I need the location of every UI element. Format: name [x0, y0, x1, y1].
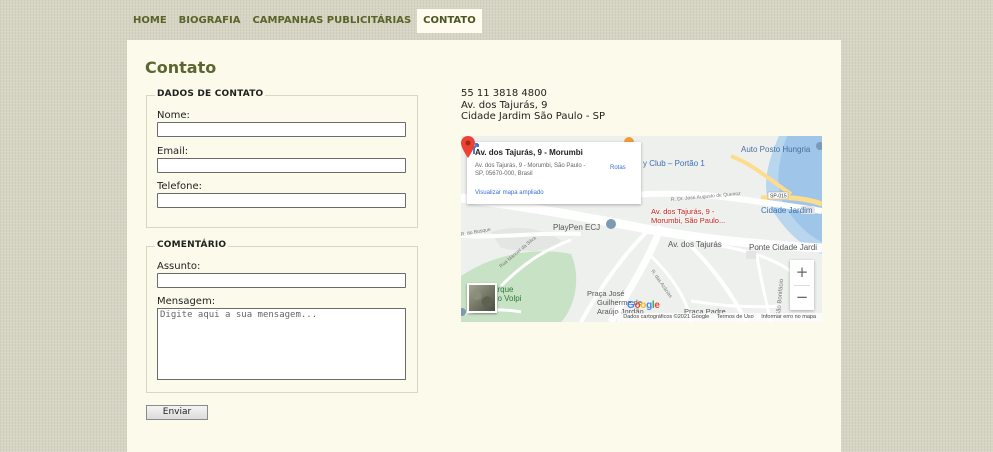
map-label-praca-jose-1: Praça José [587, 289, 625, 298]
send-button[interactable]: Enviar [146, 405, 208, 420]
zoom-in-button[interactable]: + [790, 260, 814, 284]
map-label-cidade-jardim: Cidade Jardim [761, 206, 813, 215]
email-input[interactable] [157, 158, 406, 173]
nav-home[interactable]: HOME [127, 9, 173, 33]
name-label: Nome: [157, 110, 190, 121]
content-panel: Contato DADOS DE CONTATO Nome: Email: Te… [127, 40, 841, 452]
zoom-out-button[interactable]: − [790, 285, 814, 309]
map-info-card: Av. dos Tajurás, 9 - Morumbi Av. dos Taj… [467, 142, 641, 204]
map-attribution-bar: Dados cartográficos ©2021 Google Termos … [617, 313, 822, 322]
map-info-title: Av. dos Tajurás, 9 - Morumbi [475, 148, 583, 157]
nav-biografia[interactable]: BIOGRAFIA [173, 9, 247, 33]
email-label: Email: [157, 146, 189, 157]
zoom-controls: + − [790, 260, 814, 310]
subject-input[interactable] [157, 273, 406, 288]
google-logo: Google [627, 300, 660, 311]
map-label-parque-2: do Volpi [493, 294, 522, 303]
map-data-attribution: Dados cartográficos ©2021 Google [623, 314, 710, 320]
phone-label: Telefone: [157, 181, 202, 192]
contact-data-legend: DADOS DE CONTATO [155, 89, 266, 99]
map-label-club: y Club – Portão 1 [643, 159, 705, 168]
report-error-link[interactable]: Informar erro no mapa [761, 314, 816, 320]
map-label-av-tajuras: Av. dos Tajurás [668, 240, 722, 249]
location-pin-icon[interactable] [461, 136, 475, 158]
map-label-sp015: SP-015 [770, 194, 787, 200]
map-info-address: Av. dos Tajurás, 9 - Morumbi, São Paulo … [475, 163, 586, 177]
phone-number: 55 11 3818 4800 [461, 88, 547, 99]
nav-campanhas-publicitarias[interactable]: CAMPANHAS PUBLICITÁRIAS [246, 9, 417, 33]
page-title: Contato [145, 58, 217, 77]
contact-data-fieldset: DADOS DE CONTATO Nome: Email: Telefone: [146, 89, 418, 228]
street-address: Av. dos Tajurás, 9 [461, 99, 548, 111]
main-nav: HOME BIOGRAFIA CAMPANHAS PUBLICITÁRIAS C… [127, 9, 482, 33]
embedded-map[interactable]: SP-015 y Club – Portão 1 Auto Posto Hung… [461, 136, 822, 322]
map-label-playpen: PlayPen ECJ [553, 223, 600, 232]
comment-legend: COMENTÁRIO [155, 240, 229, 250]
comment-fieldset: COMENTÁRIO Assunto: Mensagem: [146, 240, 418, 393]
city-address: Cidade Jardim São Paulo - SP [461, 111, 606, 122]
routes-link[interactable]: Rotas [610, 165, 626, 171]
terms-link[interactable]: Termos de Uso [717, 314, 754, 320]
map-label-ponte: Ponte Cidade Jardi [749, 243, 817, 252]
larger-map-link[interactable]: Visualizar mapa ampliado [475, 190, 544, 196]
address-block: 55 11 3818 4800 Av. dos Tajurás, 9 Cidad… [461, 88, 605, 123]
google-logo-e: e [654, 300, 660, 311]
subject-label: Assunto: [157, 261, 201, 272]
pin-label-line2: Morumbi, São Paulo... [651, 215, 726, 225]
map-label-posto: Auto Posto Hungria [741, 145, 811, 154]
message-textarea[interactable] [157, 308, 406, 380]
phone-input[interactable] [157, 193, 406, 208]
message-label: Mensagem: [157, 296, 216, 307]
pin-label: Av. dos Tajurás, 9 - Morumbi, São Paulo.… [651, 207, 726, 225]
name-input[interactable] [157, 122, 406, 137]
satellite-view-thumbnail[interactable] [467, 283, 497, 313]
nav-contato[interactable]: CONTATO [417, 9, 482, 33]
